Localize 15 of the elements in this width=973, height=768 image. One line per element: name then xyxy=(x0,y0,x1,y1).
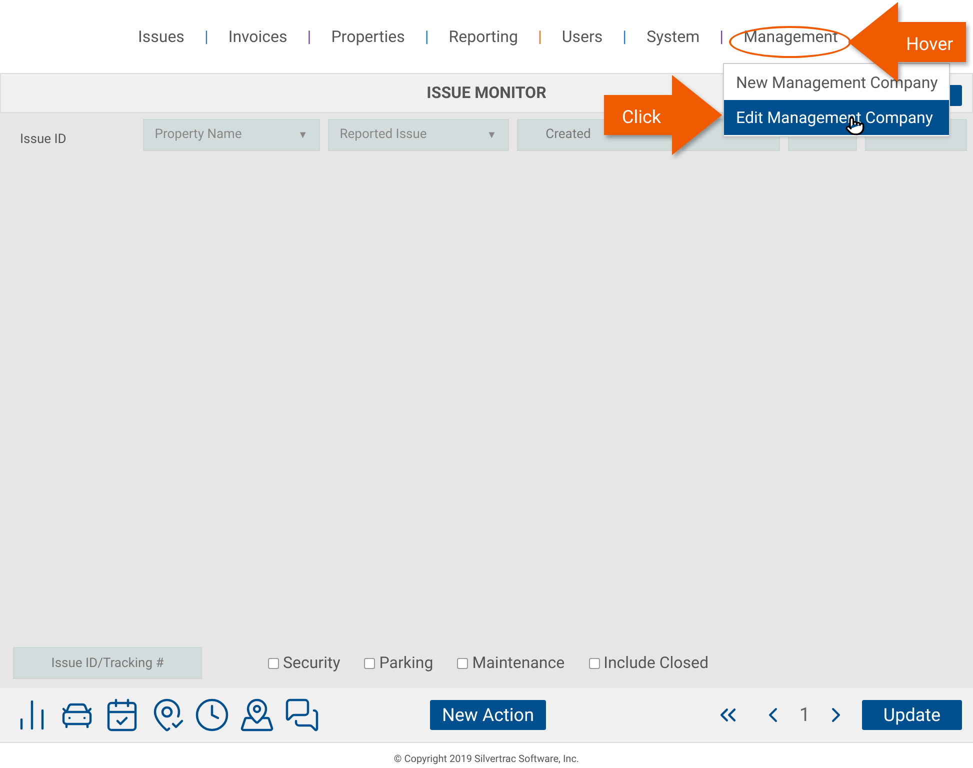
checkbox-label: Parking xyxy=(379,652,434,674)
nav-separator: | xyxy=(204,26,208,48)
nav-separator: | xyxy=(538,26,542,48)
checkbox-label: Maintenance xyxy=(472,652,565,674)
callout-label: Hover xyxy=(906,33,954,57)
panel-title: ISSUE MONITOR xyxy=(426,82,546,104)
checkbox-label: Include Closed xyxy=(604,652,709,674)
nav-separator: | xyxy=(622,26,627,48)
nav-separator: | xyxy=(424,26,429,48)
column-label: Issue ID xyxy=(19,131,68,150)
copyright-text: © Copyright 2019 Silvertrac Software, Inc. xyxy=(392,753,580,767)
nav-separator: | xyxy=(307,26,312,48)
page-number: 1 xyxy=(799,702,810,728)
checkbox-label: Security xyxy=(283,652,340,674)
nav-separator: | xyxy=(720,26,724,48)
